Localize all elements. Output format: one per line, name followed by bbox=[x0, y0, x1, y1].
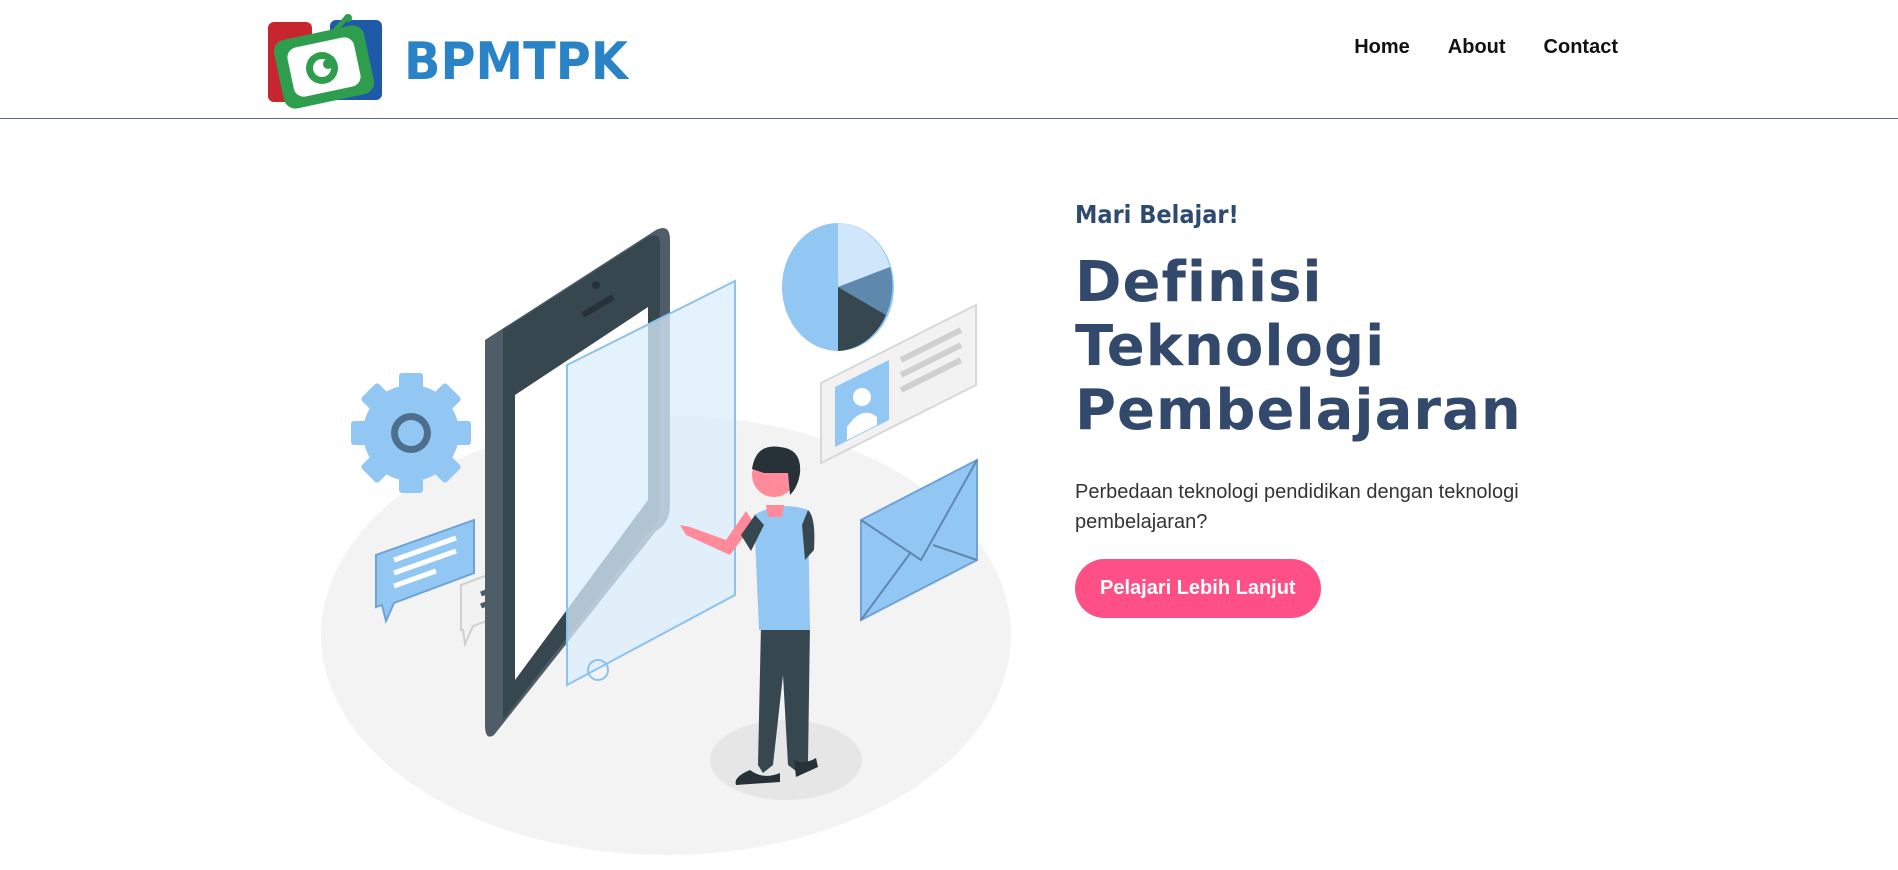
nav-about[interactable]: About bbox=[1448, 36, 1506, 59]
hero-illustration bbox=[318, 205, 1018, 865]
nav-home[interactable]: Home bbox=[1354, 36, 1410, 59]
hero-title-line-2: Pembelajaran bbox=[1075, 378, 1522, 443]
navbar: BPMTPK Home About Contact bbox=[0, 0, 1898, 119]
main-nav: Home About Contact bbox=[1354, 36, 1618, 59]
gear-icon bbox=[351, 373, 471, 493]
hero-eyebrow: Mari Belajar! bbox=[1075, 200, 1239, 229]
hero-title-line-1: Definisi Teknologi bbox=[1075, 250, 1386, 379]
nav-contact[interactable]: Contact bbox=[1544, 36, 1618, 59]
tv-logo-icon bbox=[268, 14, 382, 109]
brand-name: BPMTPK bbox=[404, 32, 628, 92]
hero-title: Definisi Teknologi Pembelajaran bbox=[1075, 251, 1635, 443]
learn-more-button[interactable]: Pelajari Lebih Lanjut bbox=[1075, 559, 1321, 618]
pie-chart-icon bbox=[782, 223, 894, 351]
hero-subtitle: Perbedaan teknologi pendidikan dengan te… bbox=[1075, 481, 1519, 533]
hero-text-section: Mari Belajar! Definisi Teknologi Pembela… bbox=[1075, 200, 1635, 618]
person-shadow bbox=[710, 720, 862, 800]
brand-logo[interactable]: BPMTPK bbox=[264, 12, 647, 112]
